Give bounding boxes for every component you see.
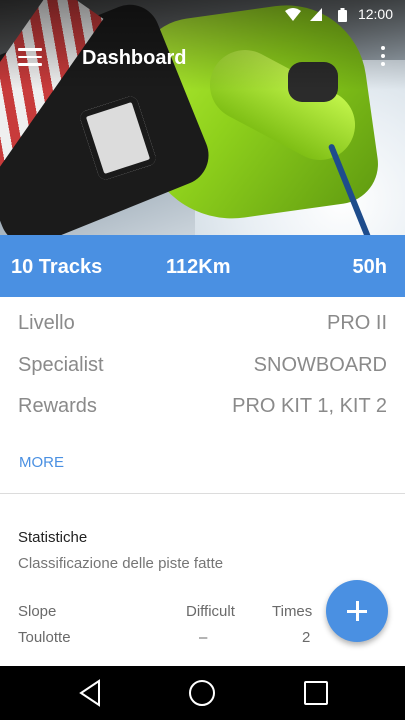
column-header-difficult: Difficult: [186, 603, 235, 620]
section-divider: [0, 493, 405, 494]
total-hours: 50h: [352, 256, 387, 278]
profile-row-rewards: Rewards PRO KIT 1, KIT 2: [18, 395, 387, 425]
home-circle-icon[interactable]: [187, 678, 217, 708]
more-link[interactable]: MORE: [19, 454, 64, 471]
level-label: Livello: [18, 312, 75, 334]
rewards-label: Rewards: [18, 395, 97, 417]
profile-row-specialist: Specialist SNOWBOARD: [18, 354, 387, 384]
hamburger-menu-icon[interactable]: [18, 48, 42, 68]
add-fab-button[interactable]: [326, 580, 388, 642]
recents-square-icon[interactable]: [301, 678, 331, 708]
column-header-times: Times: [272, 603, 313, 620]
summary-bar: 10 Tracks 112Km 50h: [0, 235, 405, 297]
specialist-value: SNOWBOARD: [253, 354, 387, 376]
back-triangle-icon[interactable]: [75, 678, 105, 708]
tracks-count: 10 Tracks: [11, 256, 103, 278]
signal-icon: [310, 8, 322, 21]
status-bar: 12:00: [0, 0, 405, 28]
status-time: 12:00: [357, 6, 393, 22]
total-distance: 112Km: [166, 256, 231, 278]
column-header-slope: Slope: [18, 603, 57, 620]
level-value: PRO II: [326, 312, 387, 334]
app-toolbar: Dashboard: [0, 28, 405, 88]
statistics-subtitle: Classificazione delle piste fatte: [18, 555, 224, 572]
specialist-label: Specialist: [18, 354, 104, 376]
table-cell-difficult: –: [199, 629, 208, 646]
battery-icon: [338, 8, 347, 22]
system-nav-bar: [0, 666, 405, 720]
profile-row-level: Livello PRO II: [18, 312, 387, 342]
more-vertical-icon[interactable]: [379, 46, 387, 68]
page-title: Dashboard: [82, 47, 187, 69]
statistics-title: Statistiche: [18, 529, 88, 546]
rewards-value: PRO KIT 1, KIT 2: [232, 395, 387, 417]
table-cell-slope: Toulotte: [18, 629, 71, 646]
wifi-icon: [285, 8, 301, 21]
table-cell-times: 2: [302, 629, 311, 646]
